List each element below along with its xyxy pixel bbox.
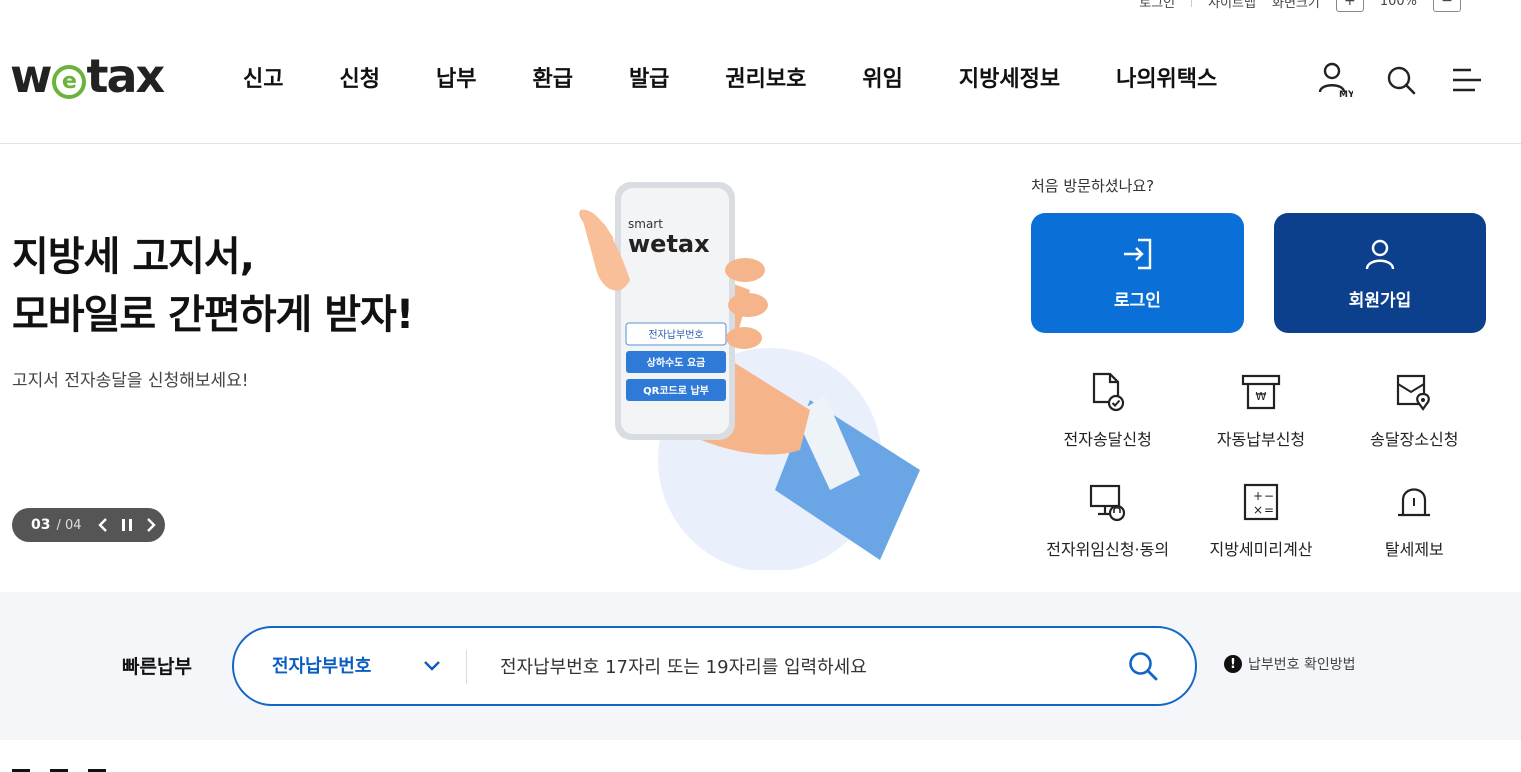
svg-text:=: =	[1264, 503, 1274, 517]
pause-icon[interactable]	[118, 515, 136, 535]
quick-tax-evasion-report[interactable]: 탈세제보	[1338, 480, 1491, 572]
login-label: 로그인	[1114, 290, 1161, 311]
quick-tax-calc[interactable]: + − × = 지방세미리계산	[1184, 480, 1337, 572]
login-icon	[1123, 238, 1151, 269]
payment-type-value: 전자납부번호	[272, 656, 372, 677]
info-icon: !	[1224, 655, 1242, 673]
location-document-icon	[1394, 370, 1434, 414]
first-visit-text: 처음 방문하셨나요?	[1031, 177, 1155, 195]
nav-item-delegation[interactable]: 위임	[834, 60, 930, 100]
svg-text:×: ×	[1253, 503, 1263, 517]
svg-text:₩: ₩	[1256, 390, 1267, 403]
slide-pager: 03 / 04	[12, 508, 165, 542]
login-button[interactable]: 로그인	[1031, 213, 1244, 333]
my-page-icon[interactable]: MY	[1317, 60, 1353, 100]
select-divider	[466, 650, 467, 684]
alarm-bell-icon	[1394, 480, 1434, 524]
header-icons: MY	[1317, 60, 1485, 100]
quick-label: 전자위임신청·동의	[1046, 540, 1170, 559]
quick-label: 송달장소신청	[1370, 430, 1459, 449]
quick-label: 자동납부신청	[1216, 430, 1306, 449]
nav-item-issue[interactable]: 발급	[601, 60, 697, 100]
slide-total: / 04	[56, 517, 82, 533]
help-label: 납부번호 확인방법	[1248, 657, 1356, 673]
phone-btn-3: QR코드로 납부	[643, 384, 709, 397]
site-header: w e tax 신고 신청 납부 환급 발급 권리보호 위임 지방세정보 나의위택스…	[0, 0, 1521, 144]
calculator-icon: + − × =	[1241, 480, 1281, 524]
phone-brand: wetax	[628, 230, 710, 258]
menu-icon[interactable]	[1449, 60, 1485, 100]
search-icon[interactable]	[1125, 648, 1161, 684]
payment-number-input[interactable]	[500, 648, 1100, 686]
nav-item-local-tax-info[interactable]: 지방세정보	[931, 60, 1088, 100]
wetax-logo[interactable]: w e tax	[10, 50, 165, 102]
search-icon[interactable]	[1383, 60, 1419, 100]
svg-text:−: −	[1264, 489, 1274, 503]
nav-item-pay[interactable]: 납부	[408, 60, 504, 100]
payment-number-help-link[interactable]: ! 납부번호 확인방법	[1224, 654, 1356, 674]
monitor-lock-icon	[1088, 480, 1128, 524]
hero-title: 지방세 고지서, 모바일로 간편하게 받자!	[12, 234, 414, 338]
svg-text:MY: MY	[1339, 90, 1353, 100]
nav-item-refund[interactable]: 환급	[504, 60, 600, 100]
payment-type-select[interactable]: 전자납부번호	[272, 652, 441, 678]
quick-pay-search-box: 전자납부번호	[232, 626, 1197, 706]
main-nav: 신고 신청 납부 환급 발급 권리보호 위임 지방세정보 나의위택스	[215, 60, 1245, 100]
phone-brand-small: smart	[628, 217, 663, 231]
nav-item-my-wetax[interactable]: 나의위택스	[1088, 60, 1245, 100]
quick-auto-pay[interactable]: ₩ 자동납부신청	[1184, 370, 1337, 462]
next-slide-icon[interactable]	[142, 515, 160, 535]
quick-delivery-place[interactable]: 송달장소신청	[1338, 370, 1491, 462]
quick-label: 지방세미리계산	[1209, 540, 1313, 559]
hero-phone-illustration: smart wetax 전자납부번호 상하수도 요금 QR코드로 납부	[560, 170, 940, 572]
document-check-icon	[1088, 370, 1128, 414]
nav-item-rights[interactable]: 권리보호	[697, 60, 834, 100]
svg-text:+: +	[1253, 489, 1263, 503]
slide-current: 03	[31, 517, 51, 533]
logo-e-icon: e	[51, 65, 86, 99]
nav-item-apply[interactable]: 신청	[311, 60, 407, 100]
chevron-down-icon	[424, 661, 441, 671]
phone-btn-1: 전자납부번호	[648, 329, 703, 341]
auto-pay-icon: ₩	[1241, 370, 1281, 414]
quick-label: 탈세제보	[1384, 540, 1444, 559]
phone-btn-2: 상하수도 요금	[647, 356, 706, 369]
nav-item-report[interactable]: 신고	[215, 60, 311, 100]
quick-e-delivery[interactable]: 전자송달신청	[1031, 370, 1184, 462]
signup-button[interactable]: 회원가입	[1274, 213, 1486, 333]
quick-e-delegation[interactable]: 전자위임신청·동의	[1031, 480, 1184, 572]
hero-subtitle: 고지서 전자송달을 신청해보세요!	[12, 371, 249, 391]
prev-slide-icon[interactable]	[94, 515, 112, 535]
quick-pay-section: 빠른납부 전자납부번호 ! 납부번호 확인방법	[0, 592, 1521, 740]
user-icon	[1365, 239, 1395, 269]
quick-pay-label: 빠른납부	[122, 656, 192, 678]
quick-menu-grid: 전자송달신청 ₩ 자동납부신청 송달장소신청 전자위임신청·동의 + − × = 지방…	[1031, 370, 1491, 572]
quick-label: 전자송달신청	[1063, 430, 1152, 449]
signup-label: 회원가입	[1348, 290, 1412, 311]
